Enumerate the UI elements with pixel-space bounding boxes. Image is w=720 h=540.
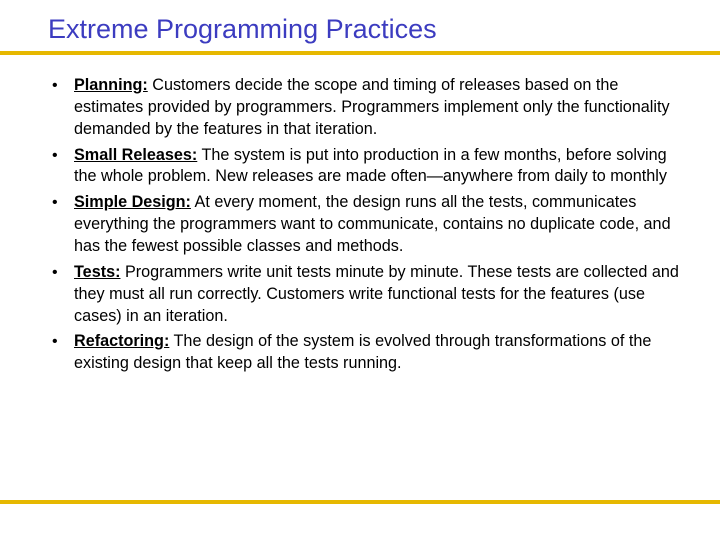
list-item: Refactoring: The design of the system is…	[40, 331, 680, 375]
item-label: Simple Design:	[74, 193, 191, 211]
slide-title: Extreme Programming Practices	[0, 0, 720, 49]
item-label: Small Releases:	[74, 146, 197, 164]
item-label: Tests:	[74, 263, 120, 281]
list-item: Small Releases: The system is put into p…	[40, 145, 680, 189]
divider-bottom-wrap	[0, 500, 720, 504]
slide: Extreme Programming Practices Planning: …	[0, 0, 720, 540]
list-item: Simple Design: At every moment, the desi…	[40, 192, 680, 258]
list-item: Tests: Programmers write unit tests minu…	[40, 262, 680, 328]
bullet-list: Planning: Customers decide the scope and…	[40, 75, 680, 375]
item-text: Programmers write unit tests minute by m…	[74, 263, 679, 325]
item-label: Refactoring:	[74, 332, 169, 350]
item-label: Planning:	[74, 76, 148, 94]
list-item: Planning: Customers decide the scope and…	[40, 75, 680, 141]
divider-bottom	[0, 500, 720, 504]
content-area: Planning: Customers decide the scope and…	[0, 55, 720, 375]
item-text: Customers decide the scope and timing of…	[74, 76, 670, 138]
